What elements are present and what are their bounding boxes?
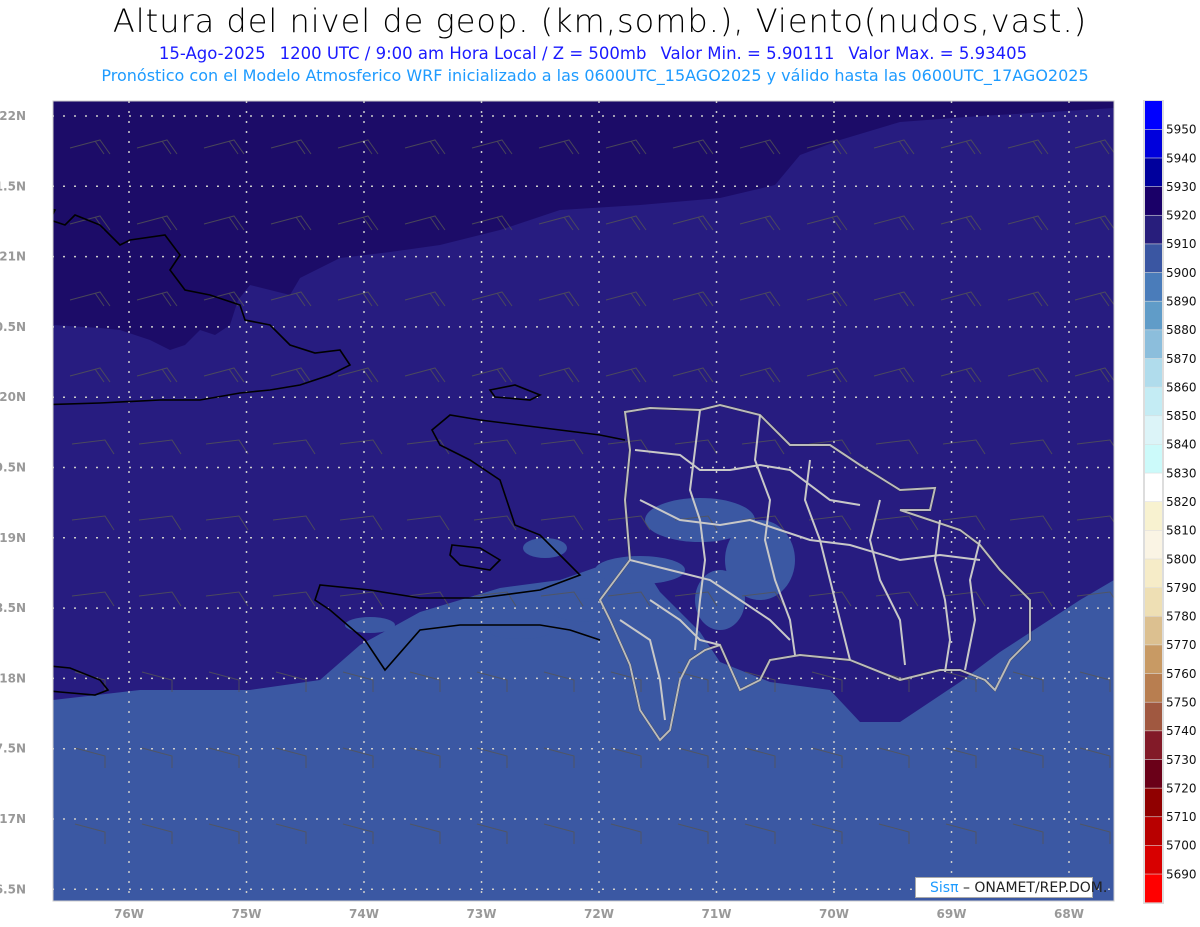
lat-label: 1.5N [0, 179, 26, 193]
colorbar-swatch [1145, 272, 1162, 301]
lon-label: 69W [937, 907, 967, 921]
colorbar-swatch [1145, 129, 1162, 158]
geopotential-fill [53, 101, 1114, 901]
colorbar-label: 5890 [1166, 295, 1197, 309]
colorbar-swatch [1145, 244, 1162, 273]
colorbar-swatch [1145, 502, 1162, 531]
lon-label: 68W [1054, 907, 1084, 921]
colorbar-label: 5710 [1166, 810, 1197, 824]
colorbar-swatch [1145, 358, 1162, 387]
colorbar-label: 5750 [1166, 696, 1197, 710]
colorbar-label: 5780 [1166, 610, 1197, 624]
lat-label: 7.5N [0, 742, 26, 756]
colorbar-swatch [1145, 186, 1162, 215]
colorbar-label: 5860 [1166, 380, 1197, 394]
colorbar-label: 5930 [1166, 180, 1197, 194]
colorbar-label: 5730 [1166, 753, 1197, 767]
colorbar-label: 5800 [1166, 552, 1197, 566]
colorbar-swatch [1145, 416, 1162, 445]
lat-label: 19N [0, 531, 26, 545]
colorbar-label: 5840 [1166, 438, 1197, 452]
colorbar-swatch [1145, 301, 1162, 330]
colorbar-swatch [1145, 158, 1162, 187]
lat-label: 0.5N [0, 320, 26, 334]
colorbar-label: 5720 [1166, 781, 1197, 795]
colorbar-swatch [1145, 330, 1162, 359]
colorbar-label: 5920 [1166, 209, 1197, 223]
colorbar-label: 5870 [1166, 352, 1197, 366]
lat-label: 20N [0, 390, 26, 404]
colorbar-swatch [1145, 530, 1162, 559]
lat-label: 21N [0, 250, 26, 264]
colorbar-swatch [1145, 559, 1162, 588]
lon-label: 70W [819, 907, 849, 921]
lat-label: 8.5N [0, 601, 26, 615]
colorbar-label: 5770 [1166, 638, 1197, 652]
colorbar-swatch [1145, 387, 1162, 416]
logo-credit: Sisπ – ONAMET/REP.DOM. [915, 877, 1107, 898]
colorbar: 5950 5940 5930 5920 5910 5900 5890 5880 5870 5860… [1143, 100, 1197, 904]
colorbar-label: 5700 [1166, 839, 1197, 853]
colorbar-swatch [1145, 215, 1162, 244]
colorbar-label: 5690 [1166, 867, 1197, 881]
lon-label: 71W [702, 907, 732, 921]
lat-label: 9.5N [0, 461, 26, 475]
colorbar-swatch [1145, 845, 1162, 874]
colorbar-label: 5830 [1166, 466, 1197, 480]
lon-label: 72W [584, 907, 614, 921]
colorbar-swatch [1145, 702, 1162, 731]
colorbar-label: 5850 [1166, 409, 1197, 423]
lat-label: 6.5N [0, 882, 26, 896]
colorbar-label: 5940 [1166, 151, 1197, 165]
colorbar-swatch [1145, 587, 1162, 616]
lon-label: 74W [349, 907, 379, 921]
colorbar-swatch [1145, 673, 1162, 702]
colorbar-swatch [1145, 101, 1162, 130]
colorbar-swatch [1145, 788, 1162, 817]
colorbar-label: 5880 [1166, 323, 1197, 337]
colorbar-label: 5790 [1166, 581, 1197, 595]
colorbar-swatch [1145, 444, 1162, 473]
colorbar-swatch [1145, 731, 1162, 760]
colorbar-swatch [1145, 817, 1162, 846]
colorbar-label: 5950 [1166, 123, 1197, 137]
colorbar-label: 5910 [1166, 237, 1197, 251]
colorbar-swatch [1145, 616, 1162, 645]
colorbar-swatch [1145, 874, 1162, 903]
lon-label: 76W [114, 907, 144, 921]
lat-label: 17N [0, 812, 26, 826]
colorbar-swatch [1145, 759, 1162, 788]
lat-label: 18N [0, 671, 26, 685]
colorbar-label: 5820 [1166, 495, 1197, 509]
colorbar-label: 5760 [1166, 667, 1197, 681]
colorbar-swatch [1145, 645, 1162, 674]
colorbar-label: 5810 [1166, 524, 1197, 538]
lat-label: 22N [0, 109, 26, 123]
logo-org: – ONAMET/REP.DOM. [958, 880, 1108, 896]
colorbar-label: 5900 [1166, 266, 1197, 280]
lon-label: 73W [467, 907, 497, 921]
map-canvas: 76W 75W 74W 73W 72W 71W 70W 69W 68W 22N 1.5N 21N 0.5… [0, 100, 1197, 921]
colorbar-label: 5740 [1166, 724, 1197, 738]
lon-label: 75W [232, 907, 262, 921]
colorbar-swatch [1145, 473, 1162, 502]
logo-brand: Sisπ [930, 880, 959, 896]
